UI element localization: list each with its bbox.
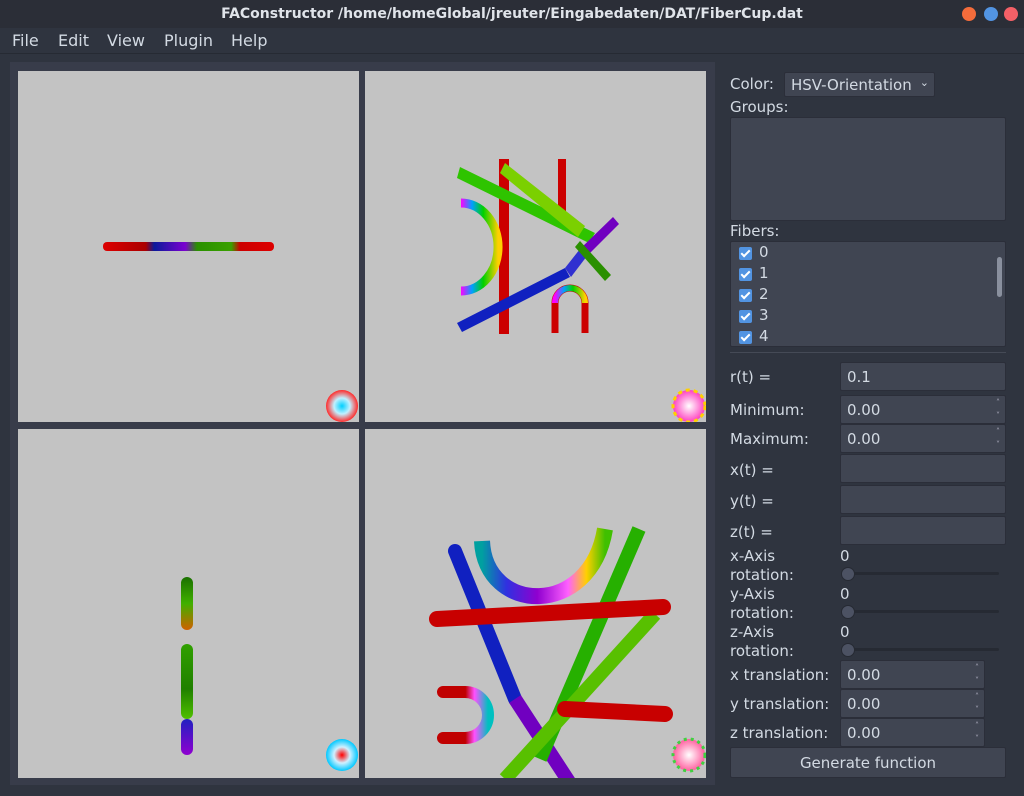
fiber-red-3d-2	[557, 701, 673, 722]
close-icon[interactable]	[1004, 7, 1018, 21]
spin-up-icon[interactable]: ˄	[972, 662, 982, 674]
ytrans-label: y translation:	[730, 695, 830, 713]
x-label: x(t) =	[730, 461, 774, 479]
maximum-label: Maximum:	[730, 430, 809, 448]
yrot-slider-track[interactable]	[843, 610, 999, 613]
fibers-scrollbar[interactable]	[997, 257, 1002, 297]
ytrans-spinbox[interactable]: 0.00 ˄ ˅	[840, 689, 985, 718]
spin-down-icon[interactable]: ˅	[972, 675, 982, 687]
viewport-bottom-left[interactable]	[18, 429, 359, 778]
xrot-value: 0	[840, 547, 850, 565]
minimum-spinbox[interactable]: 0.00 ˄ ˅	[840, 395, 1006, 424]
xrot-slider-handle[interactable]	[841, 567, 855, 581]
fibers-view-xz	[457, 159, 706, 422]
zrot-value: 0	[840, 623, 850, 641]
spin-up-icon[interactable]: ˄	[993, 426, 1003, 438]
minimize-icon[interactable]	[962, 7, 976, 21]
r-input[interactable]: 0.1	[840, 362, 1006, 391]
maximum-spinbox[interactable]: 0.00 ˄ ˅	[840, 424, 1006, 453]
viewport-bottom-right[interactable]	[365, 429, 706, 778]
spin-down-icon[interactable]: ˅	[972, 704, 982, 716]
zrot-slider-handle[interactable]	[841, 643, 855, 657]
orientation-sphere-icon	[673, 390, 705, 422]
zrot-slider-track[interactable]	[843, 648, 999, 651]
generate-function-button[interactable]: Generate function	[730, 747, 1006, 778]
menu-bar: File Edit View Plugin Help	[0, 28, 1024, 54]
fiber-bundle-horizontal	[103, 242, 274, 251]
window-title: FAConstructor /home/homeGlobal/jreuter/E…	[221, 6, 803, 22]
checkbox-icon[interactable]	[739, 331, 752, 344]
fiber-vertical-3	[181, 719, 193, 755]
checkbox-icon[interactable]	[739, 310, 752, 323]
fibers-view-3d	[429, 526, 706, 778]
y-label: y(t) =	[730, 492, 774, 510]
xtrans-label: x translation:	[730, 666, 830, 684]
xrot-label: x-Axis	[730, 547, 776, 565]
xrot-slider-track[interactable]	[843, 572, 999, 575]
spin-down-icon[interactable]: ˅	[993, 410, 1003, 422]
groups-list[interactable]	[730, 117, 1006, 221]
orientation-sphere-icon	[326, 739, 358, 771]
maximize-icon[interactable]	[984, 7, 998, 21]
color-label: Color:	[730, 75, 774, 93]
fiber-vertical-1	[181, 577, 193, 630]
fiber-arc-left	[460, 198, 503, 296]
color-select[interactable]: HSV-Orientation ⌄	[784, 72, 935, 97]
fibers-view-yz	[181, 577, 358, 771]
yrot-slider-handle[interactable]	[841, 605, 855, 619]
viewport-top-right[interactable]	[365, 71, 706, 422]
menu-edit[interactable]: Edit	[58, 31, 89, 50]
spin-up-icon[interactable]: ˄	[972, 720, 982, 732]
spin-down-icon[interactable]: ˅	[993, 439, 1003, 451]
x-input[interactable]	[840, 454, 1006, 483]
fibers-view-xy	[103, 242, 358, 422]
zrot-label-2: rotation:	[730, 642, 794, 660]
viewport-top-left[interactable]	[18, 71, 359, 422]
menu-file[interactable]: File	[12, 31, 39, 50]
checkbox-icon[interactable]	[739, 247, 752, 260]
groups-label: Groups:	[730, 98, 789, 116]
y-input[interactable]	[840, 485, 1006, 514]
minimum-label: Minimum:	[730, 401, 805, 419]
menu-view[interactable]: View	[107, 31, 145, 50]
yrot-label: y-Axis	[730, 585, 775, 603]
fibers-list[interactable]: 0 1 2 3 4	[730, 241, 1006, 347]
spin-up-icon[interactable]: ˄	[972, 691, 982, 703]
yrot-label-2: rotation:	[730, 604, 794, 622]
fiber-vertical-2	[181, 644, 193, 719]
xtrans-spinbox[interactable]: 0.00 ˄ ˅	[840, 660, 985, 689]
fibers-label: Fibers:	[730, 222, 780, 240]
spin-up-icon[interactable]: ˄	[993, 397, 1003, 409]
title-bar: FAConstructor /home/homeGlobal/jreuter/E…	[0, 0, 1024, 28]
ztrans-spinbox[interactable]: 0.00 ˄ ˅	[840, 718, 985, 747]
menu-help[interactable]: Help	[231, 31, 267, 50]
orientation-sphere-icon	[326, 390, 358, 422]
chevron-down-icon: ⌄	[919, 76, 929, 89]
fiber-green-3d-2	[499, 609, 661, 778]
checkbox-icon[interactable]	[739, 268, 752, 281]
viewport-area	[10, 62, 715, 785]
r-label: r(t) =	[730, 368, 772, 386]
z-label: z(t) =	[730, 523, 773, 541]
fiber-arc-top	[474, 527, 613, 605]
checkbox-icon[interactable]	[739, 289, 752, 302]
zrot-label: z-Axis	[730, 623, 775, 641]
color-select-value: HSV-Orientation	[791, 76, 912, 94]
yrot-value: 0	[840, 585, 850, 603]
divider	[730, 352, 1006, 353]
fiber-arc-small	[437, 686, 494, 744]
menu-plugin[interactable]: Plugin	[164, 31, 213, 50]
ztrans-label: z translation:	[730, 724, 829, 742]
xrot-label-2: rotation:	[730, 566, 794, 584]
spin-down-icon[interactable]: ˅	[972, 733, 982, 745]
z-input[interactable]	[840, 516, 1006, 545]
